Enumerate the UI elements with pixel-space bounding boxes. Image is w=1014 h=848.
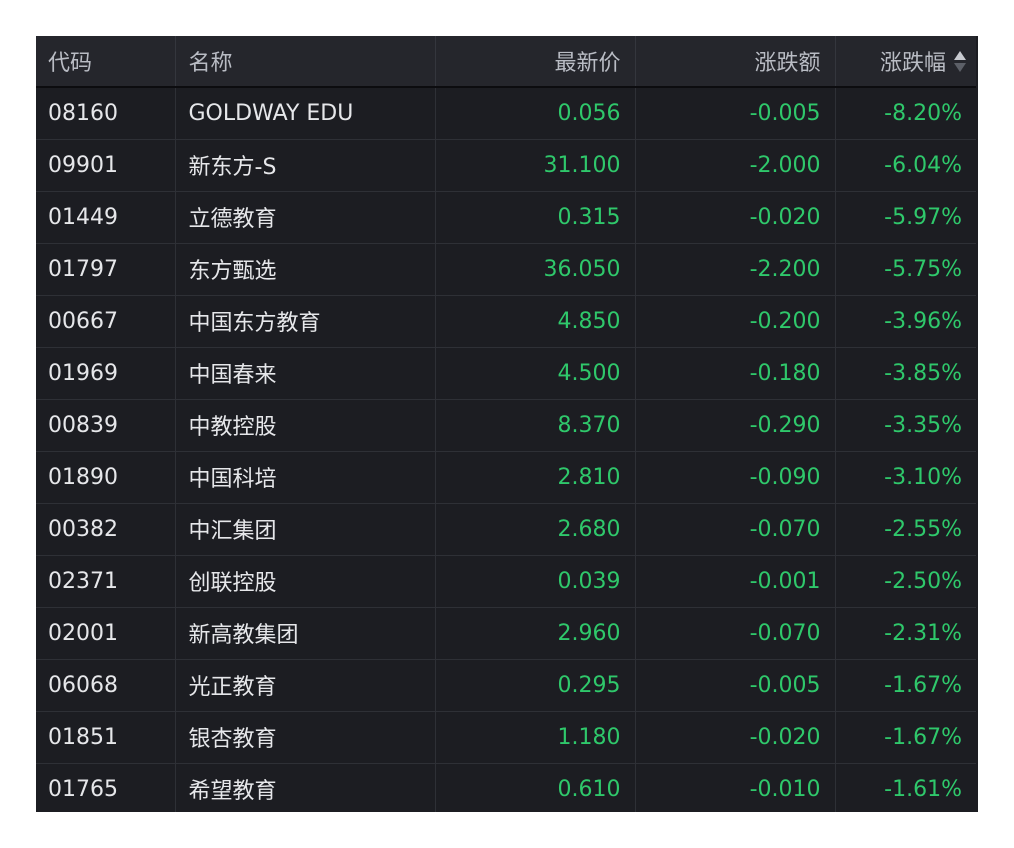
- cell-code: 02371: [36, 555, 176, 608]
- cell-name: 新东方-S: [175, 139, 436, 192]
- column-header-price[interactable]: 最新价: [435, 36, 636, 88]
- sort-descending-icon: [954, 62, 966, 72]
- cell-name: 新高教集团: [175, 607, 436, 660]
- cell-change-pct: -3.96%: [835, 295, 976, 348]
- cell-change: -0.180: [635, 347, 836, 400]
- cell-name: 立德教育: [175, 191, 436, 244]
- cell-price: 8.370: [435, 399, 636, 452]
- cell-change-pct: -2.50%: [835, 555, 976, 608]
- cell-name: GOLDWAY EDU: [175, 87, 436, 140]
- cell-price: 0.039: [435, 555, 636, 608]
- cell-change: -0.090: [635, 451, 836, 504]
- cell-price: 2.680: [435, 503, 636, 556]
- cell-name: 中汇集团: [175, 503, 436, 556]
- column-header-code[interactable]: 代码: [36, 36, 176, 88]
- column-header-change-pct-label: 涨跌幅: [879, 51, 946, 76]
- cell-code: 01851: [36, 711, 176, 764]
- table-row[interactable]: 06068 光正教育 0.295 -0.005 -1.67%: [36, 659, 976, 712]
- table-row[interactable]: 00382 中汇集团 2.680 -0.070 -2.55%: [36, 503, 976, 556]
- table-body: 08160 GOLDWAY EDU 0.056 -0.005 -8.20% 09901 新东…: [36, 87, 976, 812]
- table-row[interactable]: 01890 中国科培 2.810 -0.090 -3.10%: [36, 451, 976, 504]
- cell-name: 中国东方教育: [175, 295, 436, 348]
- cell-name: 银杏教育: [175, 711, 436, 764]
- cell-price: 31.100: [435, 139, 636, 192]
- cell-change-pct: -3.35%: [835, 399, 976, 452]
- quote-list-panel: 代码 名称 最新价 涨跌额 涨跌幅 08160 GOLDWAY EDU 0.056-…: [36, 36, 978, 812]
- cell-change: -0.005: [635, 87, 836, 140]
- cell-change-pct: -5.75%: [835, 243, 976, 296]
- cell-price: 2.960: [435, 607, 636, 660]
- cell-price: 1.180: [435, 711, 636, 764]
- cell-price: 0.056: [435, 87, 636, 140]
- cell-change: -0.010: [635, 763, 836, 812]
- cell-code: 01969: [36, 347, 176, 400]
- table-row[interactable]: 00667 中国东方教育 4.850 -0.200 -3.96%: [36, 295, 976, 348]
- cell-price: 36.050: [435, 243, 636, 296]
- table-row[interactable]: 01969 中国春来 4.500 -0.180 -3.85%: [36, 347, 976, 400]
- table-row[interactable]: 01765 希望教育 0.610 -0.010 -1.61%: [36, 763, 976, 812]
- cell-change-pct: -6.04%: [835, 139, 976, 192]
- cell-price: 0.295: [435, 659, 636, 712]
- cell-change: -0.005: [635, 659, 836, 712]
- cell-change-pct: -1.67%: [835, 711, 976, 764]
- cell-change: -0.200: [635, 295, 836, 348]
- table-row[interactable]: 01449 立德教育 0.315 -0.020 -5.97%: [36, 191, 976, 244]
- cell-name: 中国科培: [175, 451, 436, 504]
- stock-quote-table: 代码 名称 最新价 涨跌额 涨跌幅 08160 GOLDWAY EDU 0.056-…: [36, 36, 976, 812]
- cell-change: -2.000: [635, 139, 836, 192]
- table-row[interactable]: 08160 GOLDWAY EDU 0.056 -0.005 -8.20%: [36, 87, 976, 140]
- cell-code: 00839: [36, 399, 176, 452]
- cell-code: 01449: [36, 191, 176, 244]
- cell-change: -0.070: [635, 503, 836, 556]
- cell-code: 01890: [36, 451, 176, 504]
- table-row[interactable]: 02371 创联控股 0.039 -0.001 -2.50%: [36, 555, 976, 608]
- cell-change: -0.001: [635, 555, 836, 608]
- cell-code: 01797: [36, 243, 176, 296]
- table-row[interactable]: 02001 新高教集团 2.960 -0.070 -2.31%: [36, 607, 976, 660]
- cell-change-pct: -3.85%: [835, 347, 976, 400]
- cell-name: 希望教育: [175, 763, 436, 812]
- cell-price: 4.500: [435, 347, 636, 400]
- cell-name: 光正教育: [175, 659, 436, 712]
- cell-change-pct: -1.61%: [835, 763, 976, 812]
- cell-change-pct: -2.55%: [835, 503, 976, 556]
- cell-change-pct: -5.97%: [835, 191, 976, 244]
- cell-name: 中国春来: [175, 347, 436, 400]
- cell-price: 2.810: [435, 451, 636, 504]
- cell-change: -2.200: [635, 243, 836, 296]
- cell-code: 00382: [36, 503, 176, 556]
- cell-change-pct: -2.31%: [835, 607, 976, 660]
- table-row[interactable]: 01851 银杏教育 1.180 -0.020 -1.67%: [36, 711, 976, 764]
- cell-change: -0.290: [635, 399, 836, 452]
- column-header-change[interactable]: 涨跌额: [635, 36, 836, 88]
- column-header-change-pct-content: 涨跌幅: [880, 45, 966, 77]
- table-header-row: 代码 名称 最新价 涨跌额 涨跌幅: [36, 36, 976, 88]
- cell-code: 02001: [36, 607, 176, 660]
- cell-code: 00667: [36, 295, 176, 348]
- table-row[interactable]: 00839 中教控股 8.370 -0.290 -3.35%: [36, 399, 976, 452]
- cell-change-pct: -8.20%: [835, 87, 976, 140]
- cell-change: -0.020: [635, 711, 836, 764]
- cell-change: -0.070: [635, 607, 836, 660]
- cell-price: 0.610: [435, 763, 636, 812]
- cell-change-pct: -1.67%: [835, 659, 976, 712]
- table-row[interactable]: 09901 新东方-S 31.100 -2.000 -6.04%: [36, 139, 976, 192]
- column-header-change-pct[interactable]: 涨跌幅: [835, 36, 976, 88]
- sort-icon[interactable]: [954, 50, 966, 72]
- cell-code: 01765: [36, 763, 176, 812]
- table-row[interactable]: 01797 东方甄选 36.050 -2.200 -5.75%: [36, 243, 976, 296]
- cell-code: 06068: [36, 659, 176, 712]
- cell-change-pct: -3.10%: [835, 451, 976, 504]
- cell-code: 08160: [36, 87, 176, 140]
- sort-ascending-icon: [954, 50, 966, 60]
- cell-name: 东方甄选: [175, 243, 436, 296]
- cell-name: 中教控股: [175, 399, 436, 452]
- cell-code: 09901: [36, 139, 176, 192]
- column-header-name[interactable]: 名称: [175, 36, 436, 88]
- cell-price: 0.315: [435, 191, 636, 244]
- cell-change: -0.020: [635, 191, 836, 244]
- cell-name: 创联控股: [175, 555, 436, 608]
- cell-price: 4.850: [435, 295, 636, 348]
